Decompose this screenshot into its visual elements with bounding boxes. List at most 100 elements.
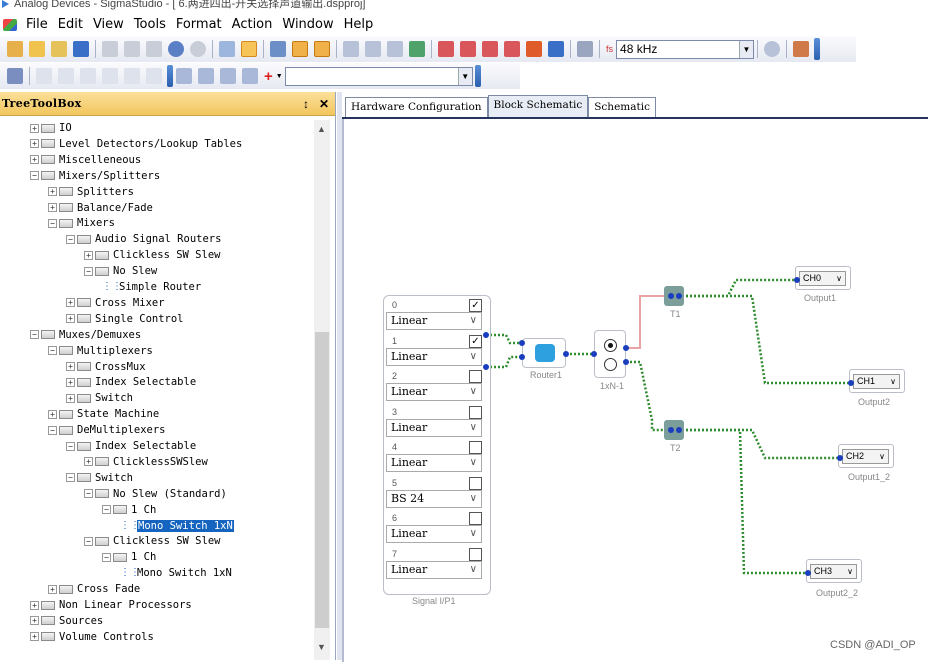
link-compile-icon[interactable] [460, 41, 476, 57]
align-left-icon[interactable] [36, 68, 52, 84]
tree-item[interactable]: + Level Detectors/Lookup Tables [30, 136, 242, 152]
router-in-pin-1[interactable] [519, 354, 525, 360]
t2-out-pin[interactable] [676, 427, 682, 433]
collapse-icon[interactable]: − [48, 218, 57, 228]
router-in-pin-0[interactable] [519, 340, 525, 346]
tree-item[interactable]: + Cross Fade [48, 581, 140, 597]
switch-in-pin[interactable] [591, 351, 597, 357]
tree-item[interactable]: − Multiplexers [48, 343, 153, 359]
switch-off-radio[interactable] [604, 358, 617, 371]
ch2-select[interactable]: CH2 ∨ [842, 449, 889, 464]
expand-icon[interactable]: + [84, 250, 93, 260]
expand-icon[interactable]: + [30, 139, 39, 149]
tree-item[interactable]: − No Slew (Standard) [84, 486, 227, 502]
channel-mode-select[interactable]: BS 24 ∨ [386, 489, 482, 508]
tab-schematic[interactable]: Schematic [588, 97, 656, 117]
collapse-icon[interactable]: − [66, 441, 75, 451]
cut-icon[interactable] [102, 41, 118, 57]
tree-item[interactable]: ⋮⋮ Mono Switch 1xN [120, 518, 234, 534]
channel-checkbox[interactable] [469, 476, 482, 490]
channel-mode-select[interactable]: Linear ∨ [386, 560, 482, 579]
tree-item[interactable]: + Cross Mixer [66, 295, 165, 311]
output-ch0-block[interactable]: CH0 ∨ [795, 266, 851, 290]
tree-item[interactable]: + ClicklessSWSlew [84, 454, 208, 470]
write-icon[interactable] [548, 41, 564, 57]
ch3-select[interactable]: CH3 ∨ [810, 564, 857, 579]
t2-in-pin[interactable] [668, 427, 674, 433]
ch1-select[interactable]: CH1 ∨ [853, 374, 900, 389]
tree-item[interactable]: + Splitters [48, 184, 134, 200]
expand-icon[interactable]: + [48, 187, 57, 197]
output-ch2-block[interactable]: CH2 ∨ [838, 444, 894, 468]
sample-rate-select[interactable]: 48 kHz ▼ [616, 39, 755, 59]
expand-icon[interactable]: + [66, 314, 75, 324]
collapse-icon[interactable]: − [84, 536, 93, 546]
tree-item[interactable]: + Non Linear Processors [30, 597, 192, 613]
t1-out-pin[interactable] [676, 293, 682, 299]
menu-edit[interactable]: Edit [53, 14, 88, 36]
pointer-tool-icon[interactable] [241, 41, 257, 57]
expand-icon[interactable]: + [66, 393, 75, 403]
tree-item[interactable]: + CrossMux [66, 359, 146, 375]
menu-action[interactable]: Action [227, 14, 278, 36]
collapse-icon[interactable]: − [48, 425, 57, 435]
ch0-in-pin[interactable] [794, 277, 800, 283]
run-icon[interactable] [504, 41, 520, 57]
distribute-icon[interactable] [365, 41, 381, 57]
tree-item[interactable]: − Switch [66, 470, 133, 486]
t1-in-pin[interactable] [668, 293, 674, 299]
expand-icon[interactable]: + [66, 362, 75, 371]
tree-item[interactable]: + State Machine [48, 406, 159, 422]
tree-scrollbar[interactable]: ▲ ▼ [314, 120, 330, 660]
collapse-icon[interactable]: − [30, 330, 39, 340]
collapse-icon[interactable]: − [84, 489, 93, 499]
collapse-icon[interactable]: − [66, 473, 75, 483]
block-a-icon[interactable] [176, 68, 192, 84]
tree-item[interactable]: + Miscelleneous [30, 152, 141, 168]
add-icon[interactable]: + [264, 68, 273, 85]
paste-icon[interactable] [146, 41, 162, 57]
toolbar-grip[interactable] [167, 65, 173, 87]
copy-icon[interactable] [124, 41, 140, 57]
expand-icon[interactable]: + [48, 584, 57, 594]
output-ch1-block[interactable]: CH1 ∨ [849, 369, 905, 393]
expand-icon[interactable]: + [30, 632, 39, 642]
tree-item[interactable]: − Mixers [48, 215, 115, 231]
collapse-icon[interactable]: − [102, 505, 111, 515]
align-right-icon[interactable] [80, 68, 96, 84]
tree-item[interactable]: + Balance/Fade [48, 200, 153, 216]
tree-view[interactable]: + IO + Level Detectors/Lookup Tables + Miscel… [0, 120, 314, 660]
menu-help[interactable]: Help [339, 14, 379, 36]
channel-mode-select[interactable]: Linear ∨ [386, 347, 482, 366]
expand-icon[interactable]: + [30, 600, 39, 610]
menu-window[interactable]: Window [277, 14, 338, 36]
channel-checkbox[interactable]: ✓ [469, 299, 482, 312]
channel-checkbox[interactable]: ✓ [469, 334, 482, 348]
block-d-icon[interactable] [242, 68, 258, 84]
tree-item[interactable]: − Muxes/Demuxes [30, 327, 141, 343]
download-icon[interactable] [482, 41, 498, 57]
undo-icon[interactable] [168, 41, 184, 57]
redo-icon[interactable] [190, 41, 206, 57]
channel-checkbox[interactable] [469, 512, 482, 525]
tree-item[interactable]: − No Slew [84, 263, 157, 279]
tree-item[interactable]: + Index Selectable [66, 374, 196, 390]
ch2-in-pin[interactable] [837, 455, 843, 461]
tree-item[interactable]: ⋮⋮ Mono Switch 1xN [120, 565, 232, 581]
pin-icon[interactable]: ↕ [303, 97, 309, 111]
align-center-icon[interactable] [58, 68, 74, 84]
close-icon[interactable]: ✕ [319, 97, 329, 111]
switch-on-radio[interactable] [604, 339, 617, 352]
ch0-select[interactable]: CH0 ∨ [799, 271, 846, 286]
tree-item[interactable]: + Volume Controls [30, 629, 154, 645]
channel-mode-select[interactable]: Linear ∨ [386, 525, 482, 543]
ch1-in-pin[interactable] [848, 380, 854, 386]
scroll-down-icon[interactable]: ▼ [317, 642, 326, 652]
collapse-icon[interactable]: − [84, 266, 93, 276]
menu-tools[interactable]: Tools [129, 14, 171, 36]
signal-input-block[interactable]: 0 ✓ Linear ∨ 1 ✓ Linear ∨ 2 Linear ∨ 3 Linear ∨ 4 Linea… [383, 295, 491, 595]
open-folder-icon[interactable] [51, 41, 67, 57]
new-project-icon[interactable] [7, 41, 23, 57]
expand-icon[interactable]: + [66, 377, 75, 387]
layout-c-icon[interactable] [314, 41, 330, 57]
